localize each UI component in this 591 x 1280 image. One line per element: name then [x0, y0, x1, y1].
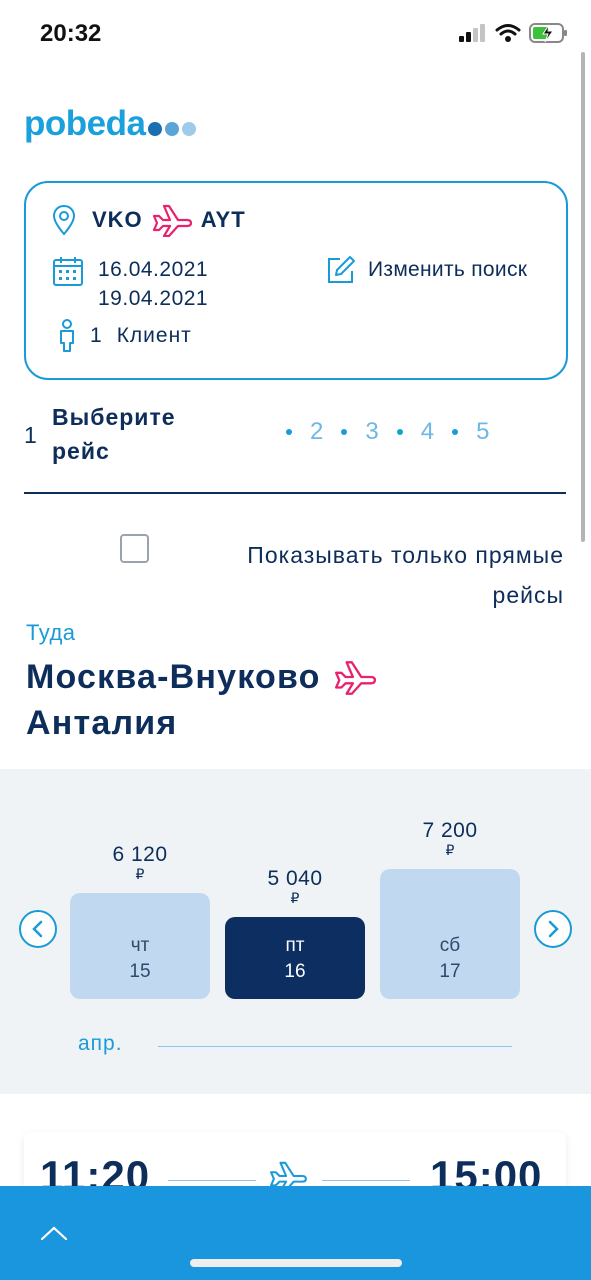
day-number: 16 [284, 961, 306, 982]
status-icons [459, 22, 569, 44]
month-divider [158, 1046, 512, 1047]
step-5[interactable]: 5 [476, 418, 489, 446]
day-currency: ₽ [135, 866, 145, 882]
client-label: Клиент [116, 324, 192, 347]
search-summary-card: VKO AYT 16.04.2021 19.04.2021 Изменить п… [24, 181, 568, 380]
scrollbar[interactable] [581, 52, 585, 542]
chevron-up-icon [40, 1226, 68, 1241]
logo-text: pobeda [24, 104, 146, 143]
step-dot [286, 429, 292, 435]
signal-icon [459, 24, 485, 42]
direction-route: Москва-Внуково Анталия [26, 654, 566, 746]
step-indicators: 2 3 4 5 [286, 418, 489, 446]
step-dot [396, 429, 403, 435]
logo-dot [148, 122, 163, 136]
calendar-icon [53, 257, 83, 286]
next-dates-button[interactable] [534, 910, 572, 948]
booking-steps: 1 Выберите рейс 2 3 4 5 [24, 398, 566, 494]
day-card[interactable]: чт 15 [70, 893, 210, 999]
day-card[interactable]: сб 17 [380, 869, 520, 999]
direct-label-line2: рейсы [492, 582, 564, 608]
flight-line [168, 1180, 256, 1181]
date-price-calendar: 6 120 ₽ чт 15 5 040 ₽ пт 16 7 200 ₽ сб 1… [0, 769, 591, 1094]
chevron-left-icon [32, 920, 43, 938]
day-option-thu[interactable]: 6 120 ₽ чт 15 [70, 843, 210, 999]
client-info: 1 Клиент [58, 319, 192, 353]
scroll-up-button[interactable] [36, 1218, 72, 1248]
client-count: 1 [90, 324, 103, 347]
day-weekday: пт [285, 935, 305, 956]
day-price: 7 200 [422, 819, 478, 842]
destination-code: AYT [200, 207, 246, 232]
day-weekday: чт [130, 935, 150, 956]
step-3[interactable]: 3 [365, 418, 378, 446]
step-current-number: 1 [24, 422, 37, 448]
status-time: 20:32 [40, 20, 102, 47]
battery-charging-icon [529, 23, 567, 43]
step-dot [341, 429, 348, 435]
day-currency: ₽ [445, 842, 455, 858]
edit-icon [328, 256, 355, 283]
step-title-line1: Выберите [52, 404, 176, 430]
direct-label-line1: Показывать только прямые [247, 542, 564, 568]
date-return: 19.04.2021 [98, 287, 209, 310]
flight-line [322, 1180, 410, 1181]
month-label: апр. [78, 1032, 123, 1055]
dates-text: 16.04.2021 19.04.2021 [98, 255, 208, 313]
plane-icon [152, 204, 192, 237]
step-2[interactable]: 2 [310, 418, 323, 446]
prev-dates-button[interactable] [19, 910, 57, 948]
day-option-fri[interactable]: 5 040 ₽ пт 16 [225, 867, 365, 999]
day-number: 17 [439, 961, 461, 982]
logo-dots [148, 122, 197, 136]
step-dot [452, 429, 459, 435]
pobeda-logo: pobeda [24, 104, 197, 144]
dates-block: 16.04.2021 19.04.2021 [52, 255, 208, 313]
step-4[interactable]: 4 [421, 418, 434, 446]
day-price: 6 120 [112, 843, 168, 866]
direction-to-city: Анталия [26, 704, 178, 742]
origin-code: VKO [92, 207, 143, 232]
change-search-button[interactable]: Изменить поиск [326, 255, 527, 285]
direction-from-city: Москва-Внуково [26, 658, 321, 696]
plane-icon [334, 661, 376, 695]
date-outbound: 16.04.2021 [98, 258, 209, 281]
logo-dot [182, 122, 197, 136]
day-weekday: сб [439, 935, 461, 956]
status-bar: 20:32 [0, 0, 591, 72]
direction-caption: Туда [26, 620, 76, 645]
location-pin-icon [52, 204, 76, 236]
chevron-right-icon [548, 920, 559, 938]
direct-flights-label[interactable]: Показывать только прямые рейсы [144, 535, 564, 615]
logo-dot [165, 122, 180, 136]
day-currency: ₽ [290, 890, 300, 906]
change-search-label: Изменить поиск [368, 258, 528, 281]
step-title-line2: рейс [52, 438, 110, 464]
day-option-sat[interactable]: 7 200 ₽ сб 17 [380, 819, 520, 999]
home-indicator[interactable] [190, 1259, 402, 1267]
wifi-icon [495, 24, 521, 42]
route-line: VKO AYT [52, 203, 246, 237]
day-card-selected[interactable]: пт 16 [225, 917, 365, 999]
day-price: 5 040 [267, 867, 323, 890]
person-icon [60, 319, 74, 352]
step-current-title: Выберите рейс [52, 400, 176, 468]
day-number: 15 [129, 961, 151, 982]
